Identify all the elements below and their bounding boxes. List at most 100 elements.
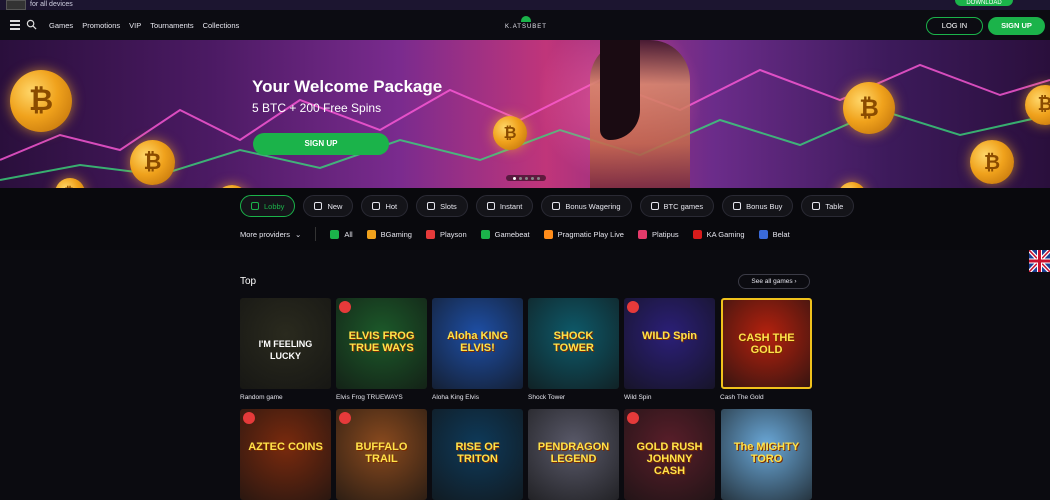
tab-new[interactable]: New [303,195,354,217]
site-logo[interactable]: K.ATSUBET [503,16,549,34]
tab-label: Instant [499,201,523,211]
game-tile[interactable]: RISE OF TRITON [432,409,523,500]
hero-title: Your Welcome Package [252,77,443,96]
game-label[interactable]: Cash The Gold [720,394,764,401]
provider-label: KA Gaming [706,229,745,239]
app-thumbnail [6,0,26,10]
game-label[interactable]: Elvis Frog TRUEWAYS [336,394,403,401]
tab-table[interactable]: Table [801,195,855,217]
hero-banner[interactable]: ₿ ₿ ₿ ₿ ₿ ₿ ₿ ₿ ₿ Your Welcome Package 5… [0,40,1050,188]
logo-text: K.ATSUBET [505,24,547,30]
platipus-logo-icon [637,229,647,239]
tab-bonus-wagering[interactable]: Bonus Wagering [541,195,632,217]
tab-label: Slots [440,201,457,211]
provider-platipus[interactable]: Platipus [637,229,679,239]
hero-signup-button[interactable]: SIGN UP [253,133,389,155]
carousel-dots[interactable] [506,175,546,181]
game-title-art: The MIGHTY TORO [733,441,800,465]
nav-collections[interactable]: Collections [203,21,240,30]
game-tile[interactable]: I'M FEELING LUCKY [240,298,331,389]
see-all-label: See all games [751,278,793,285]
carousel-dot[interactable] [536,176,540,180]
main-nav: Games Promotions VIP Tournaments Collect… [49,10,239,40]
more-providers-dropdown[interactable]: More providers ⌄ [240,230,301,239]
game-title-art: GOLD RUSH JOHNNY CASH [636,441,703,477]
ka-gaming-logo-icon [692,229,702,239]
provider-label: Platipus [651,229,679,239]
nav-promotions[interactable]: Promotions [82,21,120,30]
provider-label: Belat [772,229,790,239]
divider [315,227,317,241]
hot-badge-icon [243,412,255,424]
nav-vip[interactable]: VIP [129,21,141,30]
table-icon [812,202,821,210]
bitcoin-coin-icon: ₿ [493,116,527,150]
provider-pragmatic-play-live[interactable]: Pragmatic Play Live [543,229,624,239]
chevron-down-icon: ⌄ [295,229,302,239]
game-title-art: WILD Spin [642,330,697,342]
game-label[interactable]: Wild Spin [624,394,651,401]
promo-text: for all devices [30,1,73,8]
game-label[interactable]: Random game [240,394,283,401]
tab-instant[interactable]: Instant [475,195,534,217]
game-tile[interactable]: BUFFALO TRAIL [336,409,427,500]
game-tile[interactable]: CASH THE GOLD [721,298,812,389]
game-tile[interactable]: ELVIS FROG TRUE WAYS [336,298,427,389]
tab-label: Table [825,201,844,211]
fire-icon [372,202,381,210]
game-tile[interactable]: PENDRAGON LEGEND [528,409,619,500]
game-tile[interactable]: The MIGHTY TORO [721,409,812,500]
promo-strip: for all devices DOWNLOAD [0,0,1050,10]
game-tile[interactable]: GOLD RUSH JOHNNY CASH [624,409,715,500]
tab-hot[interactable]: Hot [361,195,409,217]
provider-label: Gamebeat [494,229,530,239]
download-button[interactable]: DOWNLOAD [955,0,1013,6]
gamebeat-logo-icon [480,229,490,239]
uk-flag-icon[interactable] [1027,248,1050,274]
nav-games[interactable]: Games [49,21,73,30]
provider-label: Playson [439,229,467,239]
hot-badge-icon [339,412,351,424]
tab-label: Bonus Buy [746,201,783,211]
game-tile[interactable]: AZTEC COINS [240,409,331,500]
login-button[interactable]: LOG IN [926,17,983,35]
game-tile[interactable]: WILD Spin [624,298,715,389]
provider-ka-gaming[interactable]: KA Gaming [692,229,745,239]
tab-label: Bonus Wagering [565,201,621,211]
game-tile[interactable]: Aloha KING ELVIS! [432,298,523,389]
game-title-art: Aloha KING ELVIS! [446,330,509,354]
provider-all[interactable]: All [330,229,353,239]
signup-button[interactable]: SIGN UP [988,17,1045,35]
hero-character-hair [600,40,640,140]
site-header: Games Promotions VIP Tournaments Collect… [0,10,1050,40]
carousel-dot[interactable] [518,176,522,180]
game-tile[interactable]: SHOCK TOWER [528,298,619,389]
tab-slots[interactable]: Slots [416,195,468,217]
tab-bonus-buy[interactable]: Bonus Buy [722,195,794,217]
game-title-art: PENDRAGON LEGEND [537,441,610,465]
category-tabs: Lobby New Hot Slots Instant Bonus Wageri… [240,195,855,217]
lobby-icon [251,202,259,210]
tab-lobby[interactable]: Lobby [240,195,296,217]
nav-tournaments[interactable]: Tournaments [150,21,193,30]
see-all-games-button[interactable]: See all games › [738,274,810,289]
carousel-dot[interactable] [524,176,528,180]
gift-icon [733,202,742,210]
provider-playson[interactable]: Playson [425,229,467,239]
carousel-dot[interactable] [512,176,516,180]
game-label[interactable]: Shock Tower [528,394,565,401]
tab-btc-games[interactable]: BTC games [639,195,715,217]
hamburger-menu-icon[interactable] [10,20,20,30]
carousel-dot[interactable] [530,176,534,180]
hot-badge-icon [627,412,639,424]
provider-belat[interactable]: Belat [758,229,790,239]
bitcoin-coin-icon: ₿ [843,82,895,134]
hero-subtitle: 5 BTC + 200 Free Spins [252,101,382,115]
bitcoin-coin-icon: ₿ [130,140,175,185]
pragmatic-logo-icon [543,229,553,239]
search-icon[interactable] [26,19,37,30]
provider-gamebeat[interactable]: Gamebeat [480,229,530,239]
game-title-art: CASH THE GOLD [738,332,795,356]
provider-bgaming[interactable]: BGaming [366,229,412,239]
game-label[interactable]: Aloha King Elvis [432,394,479,401]
